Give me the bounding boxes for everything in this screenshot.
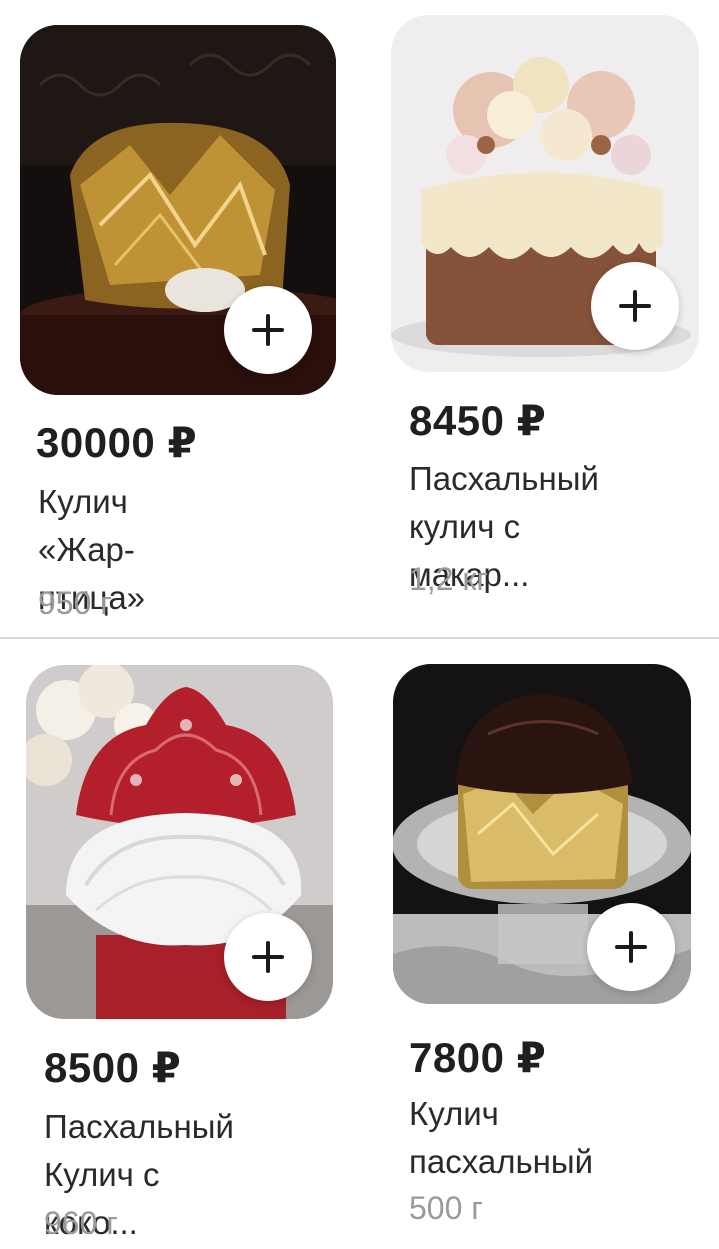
product-price: 7800 ₽ (409, 1034, 547, 1081)
product-name-line: Кулич (409, 1095, 499, 1132)
product-name-line: Пасхальный (409, 460, 599, 497)
product-weight: 500 г (409, 1190, 483, 1226)
plus-icon (615, 931, 647, 963)
product-name-line: пасхальный (409, 1143, 594, 1180)
product-name[interactable]: Кулич пасхальный (409, 1090, 593, 1186)
plus-icon (252, 941, 284, 973)
plus-icon (252, 314, 284, 346)
product-name-line: Пасхальный (44, 1108, 234, 1145)
plus-icon (619, 290, 651, 322)
product-name-line: Кулич «Жар- (38, 483, 135, 568)
add-to-cart-button[interactable] (587, 903, 675, 991)
product-weight: 1,2 кг (409, 561, 489, 597)
row-divider (0, 637, 719, 639)
product-price: 30000 ₽ (36, 419, 198, 466)
add-to-cart-button[interactable] (591, 262, 679, 350)
product-weight: 960 г (44, 1205, 118, 1241)
product-weight: 950 г (38, 585, 112, 621)
add-to-cart-button[interactable] (224, 913, 312, 1001)
product-price: 8450 ₽ (409, 397, 547, 444)
add-to-cart-button[interactable] (224, 286, 312, 374)
product-price: 8500 ₽ (44, 1044, 182, 1091)
